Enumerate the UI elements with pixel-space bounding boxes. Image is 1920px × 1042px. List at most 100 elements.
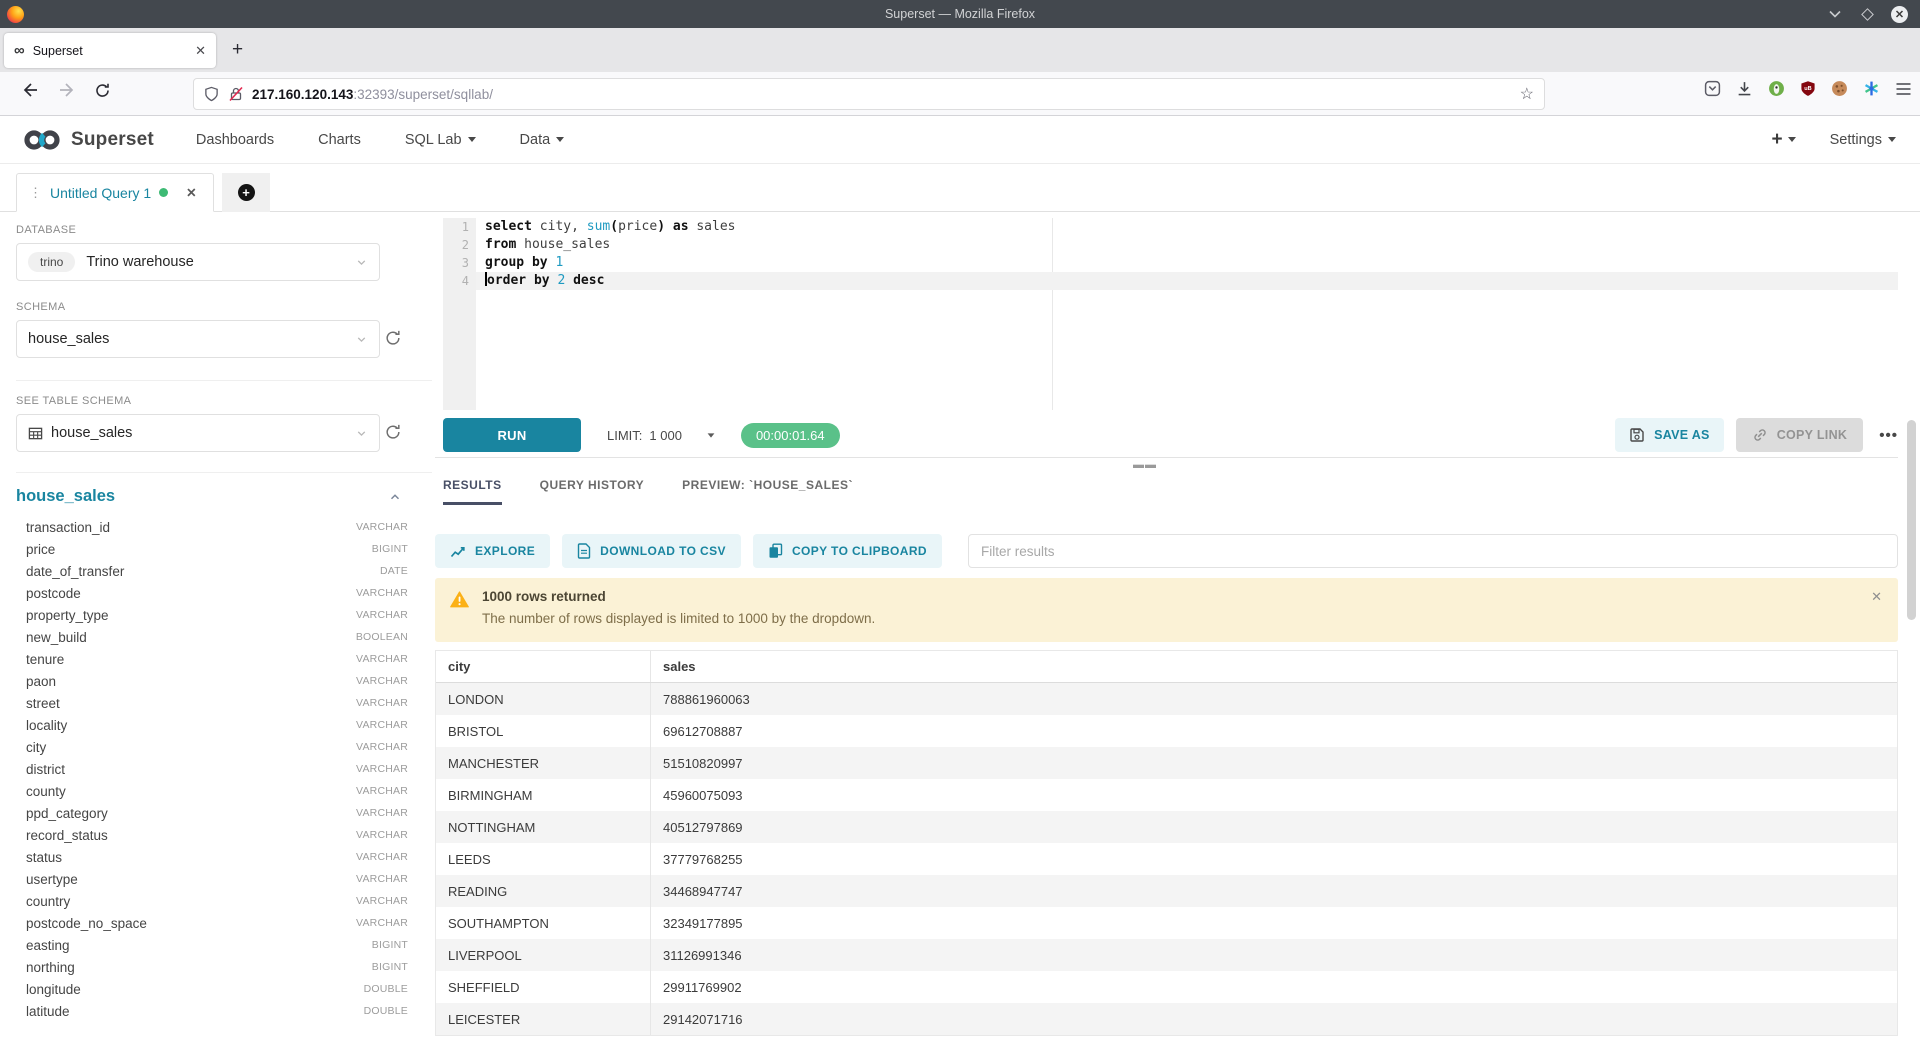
downloads-icon[interactable] (1736, 80, 1753, 97)
results-actions: EXPLORE DOWNLOAD TO CSV COPY TO CLIPBOAR… (435, 534, 1898, 568)
url-bar[interactable]: 217.160.120.143:32393/superset/sqllab/ ☆ (193, 78, 1545, 110)
column-list-item: tenure VARCHAR (16, 648, 408, 670)
more-actions-button[interactable]: ••• (1879, 427, 1898, 444)
window-maximize-button[interactable] (1859, 6, 1875, 22)
table-schema-select[interactable]: house_sales (16, 414, 380, 452)
results-tab-2[interactable]: PREVIEW: `HOUSE_SALES` (682, 478, 853, 505)
cell-sales: 34468947747 (651, 875, 1897, 907)
column-list-item: transaction_id VARCHAR (16, 516, 408, 538)
chevron-down-icon (355, 427, 368, 440)
copy-clipboard-button[interactable]: COPY TO CLIPBOARD (753, 534, 942, 568)
cell-city: LEEDS (436, 843, 651, 875)
query-tab[interactable]: ⋮ Untitled Query 1 ✕ (16, 173, 214, 212)
back-button[interactable] (22, 82, 39, 98)
editor-line: 3 group by 1 (443, 254, 1898, 272)
table-schema-label: SEE TABLE SCHEMA (16, 395, 432, 407)
query-tab-close-icon[interactable]: ✕ (186, 185, 196, 200)
column-name: ppd_category (16, 806, 108, 821)
ublock-icon[interactable]: uB (1800, 80, 1816, 97)
lock-slash-icon[interactable] (228, 86, 244, 102)
column-name: status (16, 850, 62, 865)
shield-icon[interactable] (204, 86, 219, 102)
settings-menu[interactable]: Settings (1830, 132, 1896, 148)
copy-link-button[interactable]: COPY LINK (1736, 418, 1864, 452)
cell-sales: 69612708887 (651, 715, 1897, 747)
results-tab-1[interactable]: QUERY HISTORY (540, 478, 645, 505)
cell-city: MANCHESTER (436, 747, 651, 779)
column-list-item: country VARCHAR (16, 890, 408, 912)
browser-tab[interactable]: ∞ Superset ✕ (4, 33, 216, 68)
column-list-item: price BIGINT (16, 538, 408, 560)
nav-item-charts[interactable]: Charts (318, 132, 361, 148)
chevron-down-icon (355, 256, 368, 269)
tab-close-icon[interactable]: ✕ (195, 43, 206, 59)
results-tab-0[interactable]: RESULTS (443, 478, 502, 505)
table-name-heading[interactable]: house_sales (16, 487, 115, 505)
column-list-item: postcode VARCHAR (16, 582, 408, 604)
column-list-item: property_type VARCHAR (16, 604, 408, 626)
forward-button[interactable] (58, 82, 75, 98)
column-name: county (16, 784, 66, 799)
query-timer-badge: 00:00:01.64 (741, 423, 840, 448)
bookmark-star-icon[interactable]: ☆ (1520, 84, 1534, 104)
column-name: transaction_id (16, 520, 110, 535)
page-scrollbar[interactable] (1907, 420, 1916, 620)
pocket-icon[interactable] (1704, 80, 1721, 97)
warning-icon (450, 591, 469, 608)
nav-item-dashboards[interactable]: Dashboards (196, 132, 274, 148)
table-row: MANCHESTER 51510820997 (436, 747, 1897, 779)
table-header-sales[interactable]: sales (651, 651, 1897, 682)
cell-city: BIRMINGHAM (436, 779, 651, 811)
column-type: DOUBLE (364, 1005, 408, 1017)
column-type: VARCHAR (356, 873, 408, 885)
window-close-button[interactable]: ✕ (1891, 6, 1908, 23)
limit-dropdown[interactable]: LIMIT: 1 000 (607, 428, 715, 443)
link-icon (1752, 427, 1768, 443)
column-name: easting (16, 938, 70, 953)
alert-close-icon[interactable]: ✕ (1871, 589, 1882, 605)
filter-results-input[interactable] (968, 534, 1898, 568)
refresh-schema-icon[interactable] (384, 329, 402, 347)
column-name: longitude (16, 982, 81, 997)
new-tab-button[interactable]: + (232, 40, 243, 60)
table-row: LONDON 788861960063 (436, 683, 1897, 715)
schema-select[interactable]: house_sales (16, 320, 380, 358)
window-minimize-button[interactable] (1827, 6, 1843, 22)
reload-button[interactable] (94, 82, 111, 99)
collapse-table-icon[interactable] (388, 490, 402, 504)
brand-name: Superset (71, 129, 154, 151)
sql-editor[interactable]: 1 select city, sum(price) as sales 2 fro… (443, 218, 1898, 410)
column-list-item: longitude DOUBLE (16, 978, 408, 1000)
query-status-dot (159, 188, 168, 197)
cell-sales: 788861960063 (651, 683, 1897, 715)
table-row: SHEFFIELD 29911769902 (436, 971, 1897, 1003)
nav-item-data[interactable]: Data (520, 132, 565, 148)
save-as-button[interactable]: SAVE AS (1615, 418, 1724, 452)
refresh-table-icon[interactable] (384, 423, 402, 441)
cell-city: LEICESTER (436, 1003, 651, 1035)
new-item-button[interactable]: + (1771, 129, 1795, 151)
column-type: DOUBLE (364, 983, 408, 995)
drag-handle-icon[interactable]: ⋮ (29, 185, 41, 201)
column-type: VARCHAR (356, 697, 408, 709)
table-header-city[interactable]: city (436, 651, 651, 682)
new-query-tab-button[interactable]: + (222, 173, 270, 212)
cookie-icon[interactable] (1831, 80, 1848, 97)
run-button[interactable]: RUN (443, 418, 581, 452)
table-row: BRISTOL 69612708887 (436, 715, 1897, 747)
column-list-item: city VARCHAR (16, 736, 408, 758)
svg-text:uB: uB (1804, 86, 1811, 92)
database-select[interactable]: trino Trino warehouse (16, 243, 380, 281)
column-type: VARCHAR (356, 917, 408, 929)
extension-asterisk-icon[interactable] (1863, 80, 1880, 97)
column-name: property_type (16, 608, 109, 623)
column-name: northing (16, 960, 75, 975)
hamburger-menu-icon[interactable] (1895, 82, 1912, 96)
pane-drag-handle[interactable]: ▬▬ (1133, 459, 1157, 471)
nav-item-sql-lab[interactable]: SQL Lab (405, 132, 476, 148)
download-csv-button[interactable]: DOWNLOAD TO CSV (562, 534, 741, 568)
privacy-badger-icon[interactable] (1768, 80, 1785, 97)
superset-logo[interactable]: Superset (22, 129, 154, 151)
column-name: date_of_transfer (16, 564, 124, 579)
explore-button[interactable]: EXPLORE (435, 534, 550, 568)
